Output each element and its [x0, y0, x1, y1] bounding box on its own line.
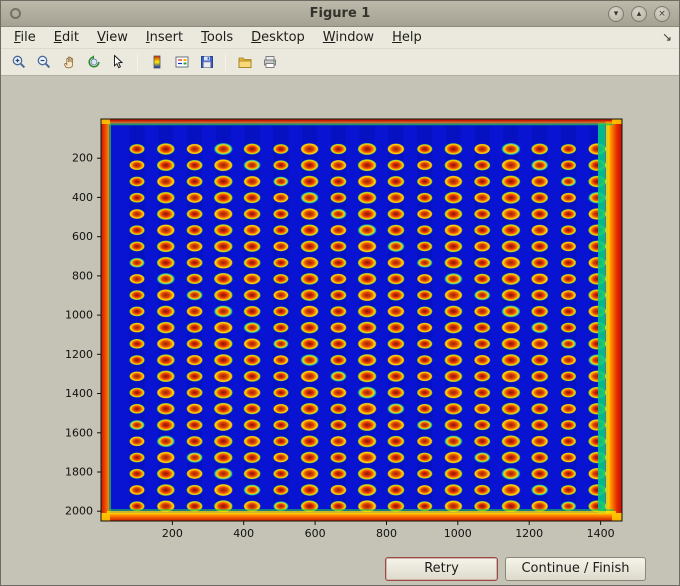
menu-help[interactable]: Help	[383, 28, 431, 47]
svg-text:1400: 1400	[65, 387, 93, 400]
close-button[interactable]: ×	[654, 5, 670, 22]
svg-text:1600: 1600	[65, 426, 93, 439]
menu-tools[interactable]: Tools	[192, 28, 242, 47]
figure-canvas: 200 400 600 800 1000 1200 1400 200 400 600 800 1000…	[1, 76, 679, 585]
print-icon[interactable]	[259, 52, 280, 73]
titlebar: Figure 1 ▾ ▴ ×	[1, 1, 679, 27]
svg-text:200: 200	[162, 527, 183, 540]
dock-figure-icon[interactable]: ↘	[662, 30, 672, 44]
svg-text:1200: 1200	[65, 348, 93, 361]
svg-text:600: 600	[72, 230, 93, 243]
toolbar-separator	[225, 53, 226, 71]
toolbar-separator	[137, 53, 138, 71]
svg-text:1400: 1400	[587, 527, 615, 540]
figure-window: Figure 1 ▾ ▴ × File Edit View Insert Tools De…	[0, 0, 680, 586]
zoom-out-icon[interactable]	[33, 52, 54, 73]
svg-text:1200: 1200	[515, 527, 543, 540]
heatmap-plot: 200 400 600 800 1000 1200 1400 200 400 600 800 1000…	[65, 118, 623, 540]
colorbar-icon[interactable]	[146, 52, 167, 73]
menu-edit[interactable]: Edit	[45, 28, 88, 47]
svg-text:400: 400	[72, 191, 93, 204]
svg-text:400: 400	[233, 527, 254, 540]
retry-button[interactable]: Retry	[385, 557, 498, 581]
toolbar	[1, 49, 679, 76]
svg-text:1000: 1000	[65, 309, 93, 322]
zoom-in-icon[interactable]	[8, 52, 29, 73]
menu-view[interactable]: View	[88, 28, 137, 47]
rotate-3d-icon[interactable]	[83, 52, 104, 73]
window-title: Figure 1	[309, 6, 371, 21]
menubar: File Edit View Insert Tools Desktop Window Help…	[1, 27, 679, 49]
maximize-button[interactable]: ▴	[631, 5, 647, 22]
insert-legend-icon[interactable]	[171, 52, 192, 73]
menu-window[interactable]: Window	[314, 28, 383, 47]
svg-text:1800: 1800	[65, 466, 93, 479]
svg-text:800: 800	[376, 527, 397, 540]
menu-insert[interactable]: Insert	[137, 28, 192, 47]
window-menu-icon[interactable]	[10, 8, 21, 19]
menu-file[interactable]: File	[5, 28, 45, 47]
save-icon[interactable]	[196, 52, 217, 73]
svg-text:200: 200	[72, 152, 93, 165]
data-cursor-icon[interactable]	[108, 52, 129, 73]
menubar-items: File Edit View Insert Tools Desktop Window Help	[5, 28, 431, 47]
svg-text:600: 600	[305, 527, 326, 540]
svg-text:800: 800	[72, 269, 93, 282]
continue-finish-button[interactable]: Continue / Finish	[505, 557, 646, 581]
pan-icon[interactable]	[58, 52, 79, 73]
open-icon[interactable]	[234, 52, 255, 73]
minimize-button[interactable]: ▾	[608, 5, 624, 22]
dot-grid	[129, 142, 607, 513]
y-axis-ticks: 200 400 600 800 1000 1200 1400 1600 1800 2000	[65, 152, 101, 518]
x-axis-ticks: 200 400 600 800 1000 1200 1400	[162, 521, 615, 540]
svg-text:1000: 1000	[444, 527, 472, 540]
svg-text:2000: 2000	[65, 505, 93, 518]
window-controls: ▾ ▴ ×	[608, 5, 670, 22]
menu-desktop[interactable]: Desktop	[242, 28, 314, 47]
